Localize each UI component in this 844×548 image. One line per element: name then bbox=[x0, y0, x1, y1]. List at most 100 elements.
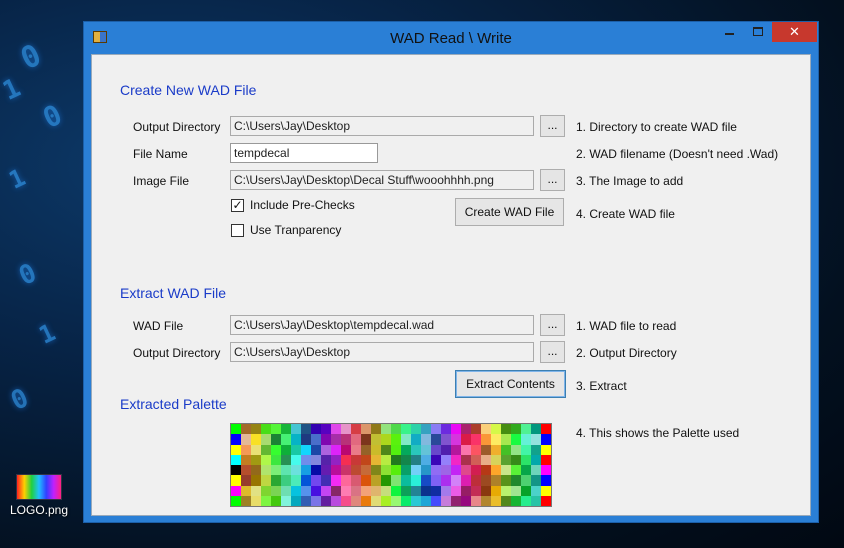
palette-swatch bbox=[291, 434, 301, 445]
palette-swatch bbox=[251, 444, 261, 455]
palette-swatch bbox=[271, 434, 281, 445]
use-transparency-checkbox[interactable]: Use Tranparency bbox=[231, 223, 431, 239]
desktop-icon-logo[interactable]: LOGO.png bbox=[8, 474, 70, 517]
palette-swatch bbox=[441, 495, 451, 506]
maximize-button[interactable] bbox=[744, 22, 772, 42]
palette-swatch bbox=[371, 465, 381, 476]
palette-swatch bbox=[421, 434, 431, 445]
palette-swatch bbox=[381, 475, 391, 486]
palette-swatch bbox=[361, 465, 371, 476]
palette-swatch bbox=[431, 465, 441, 476]
minimize-button[interactable] bbox=[714, 22, 744, 42]
create-output-dir-browse-button[interactable]: ... bbox=[540, 115, 565, 137]
palette-swatch bbox=[421, 424, 431, 435]
palette-swatch bbox=[501, 424, 511, 435]
palette-swatch bbox=[371, 475, 381, 486]
image-file-field[interactable]: C:\Users\Jay\Desktop\Decal Stuff\wooohhh… bbox=[230, 170, 534, 190]
palette-swatch bbox=[411, 454, 421, 465]
palette-swatch bbox=[261, 495, 271, 506]
palette-swatch bbox=[471, 495, 481, 506]
palette-swatch bbox=[471, 434, 481, 445]
palette-swatch bbox=[391, 495, 401, 506]
image-file-icon bbox=[16, 474, 62, 500]
palette-swatch bbox=[361, 434, 371, 445]
palette-swatch bbox=[481, 465, 491, 476]
palette-swatch bbox=[261, 485, 271, 496]
palette-swatch bbox=[361, 444, 371, 455]
extract-hint-1: 1. WAD file to read bbox=[576, 319, 677, 333]
palette-swatch bbox=[401, 465, 411, 476]
palette-swatch bbox=[471, 465, 481, 476]
palette-swatch bbox=[451, 424, 461, 435]
palette-swatch bbox=[461, 485, 471, 496]
close-button[interactable]: ✕ bbox=[772, 22, 817, 42]
palette-swatch bbox=[461, 444, 471, 455]
palette-swatch bbox=[491, 434, 501, 445]
palette-swatch bbox=[311, 485, 321, 496]
palette-swatch bbox=[451, 495, 461, 506]
palette-swatch bbox=[231, 485, 241, 496]
palette-swatch bbox=[241, 444, 251, 455]
palette-swatch bbox=[521, 475, 531, 486]
palette-swatch bbox=[451, 434, 461, 445]
palette-swatch bbox=[321, 475, 331, 486]
app-window: WAD Read \ Write ✕ Create New WAD File O… bbox=[83, 21, 819, 523]
palette-swatch bbox=[481, 444, 491, 455]
palette-swatch bbox=[281, 485, 291, 496]
palette-swatch bbox=[431, 444, 441, 455]
palette-swatch bbox=[351, 495, 361, 506]
extract-output-dir-field[interactable]: C:\Users\Jay\Desktop bbox=[230, 342, 534, 362]
palette-swatch bbox=[521, 465, 531, 476]
palette-swatch bbox=[491, 454, 501, 465]
palette-swatch bbox=[281, 454, 291, 465]
extract-contents-button[interactable]: Extract Contents bbox=[455, 370, 566, 398]
palette-swatch bbox=[301, 485, 311, 496]
palette-swatch bbox=[241, 475, 251, 486]
title-bar[interactable]: WAD Read \ Write ✕ bbox=[84, 22, 818, 54]
palette-swatch bbox=[281, 475, 291, 486]
wad-file-field[interactable]: C:\Users\Jay\Desktop\tempdecal.wad bbox=[230, 315, 534, 335]
image-file-browse-button[interactable]: ... bbox=[540, 169, 565, 191]
palette-swatch bbox=[241, 465, 251, 476]
palette-swatch bbox=[271, 444, 281, 455]
palette-swatch bbox=[531, 434, 541, 445]
palette-swatch bbox=[281, 434, 291, 445]
minimize-icon bbox=[725, 33, 734, 35]
palette-swatch bbox=[231, 495, 241, 506]
palette-swatch bbox=[451, 485, 461, 496]
checkmark-icon: ✓ bbox=[231, 198, 244, 212]
palette-swatch bbox=[321, 444, 331, 455]
palette-swatch bbox=[421, 475, 431, 486]
palette-swatch bbox=[411, 424, 421, 435]
palette-swatch bbox=[281, 424, 291, 435]
extract-output-dir-browse-button[interactable]: ... bbox=[540, 341, 565, 363]
palette-swatch bbox=[331, 485, 341, 496]
palette-swatch bbox=[251, 475, 261, 486]
palette-swatch bbox=[331, 465, 341, 476]
palette-swatch bbox=[401, 475, 411, 486]
palette-swatch bbox=[231, 465, 241, 476]
palette-swatch bbox=[231, 444, 241, 455]
palette-swatch bbox=[541, 444, 551, 455]
palette-swatch bbox=[321, 495, 331, 506]
file-name-input[interactable]: tempdecal bbox=[230, 143, 378, 163]
wad-file-browse-button[interactable]: ... bbox=[540, 314, 565, 336]
create-output-dir-field[interactable]: C:\Users\Jay\Desktop bbox=[230, 116, 534, 136]
palette-swatch bbox=[251, 465, 261, 476]
desktop-glyph: 1 bbox=[4, 163, 30, 195]
palette-swatch bbox=[541, 485, 551, 496]
extract-hint-3: 3. Extract bbox=[576, 379, 627, 393]
palette-swatch bbox=[351, 434, 361, 445]
palette-swatch bbox=[301, 444, 311, 455]
maximize-icon bbox=[753, 27, 763, 36]
palette-swatch bbox=[411, 465, 421, 476]
palette-swatch bbox=[481, 454, 491, 465]
include-prechecks-checkbox[interactable]: ✓ Include Pre-Checks bbox=[231, 198, 431, 214]
palette-swatch bbox=[511, 485, 521, 496]
palette-swatch bbox=[481, 475, 491, 486]
palette-swatch bbox=[251, 424, 261, 435]
palette-swatch bbox=[501, 454, 511, 465]
palette-swatch bbox=[471, 424, 481, 435]
create-hint-1: 1. Directory to create WAD file bbox=[576, 120, 737, 134]
create-wad-button[interactable]: Create WAD File bbox=[455, 198, 564, 226]
